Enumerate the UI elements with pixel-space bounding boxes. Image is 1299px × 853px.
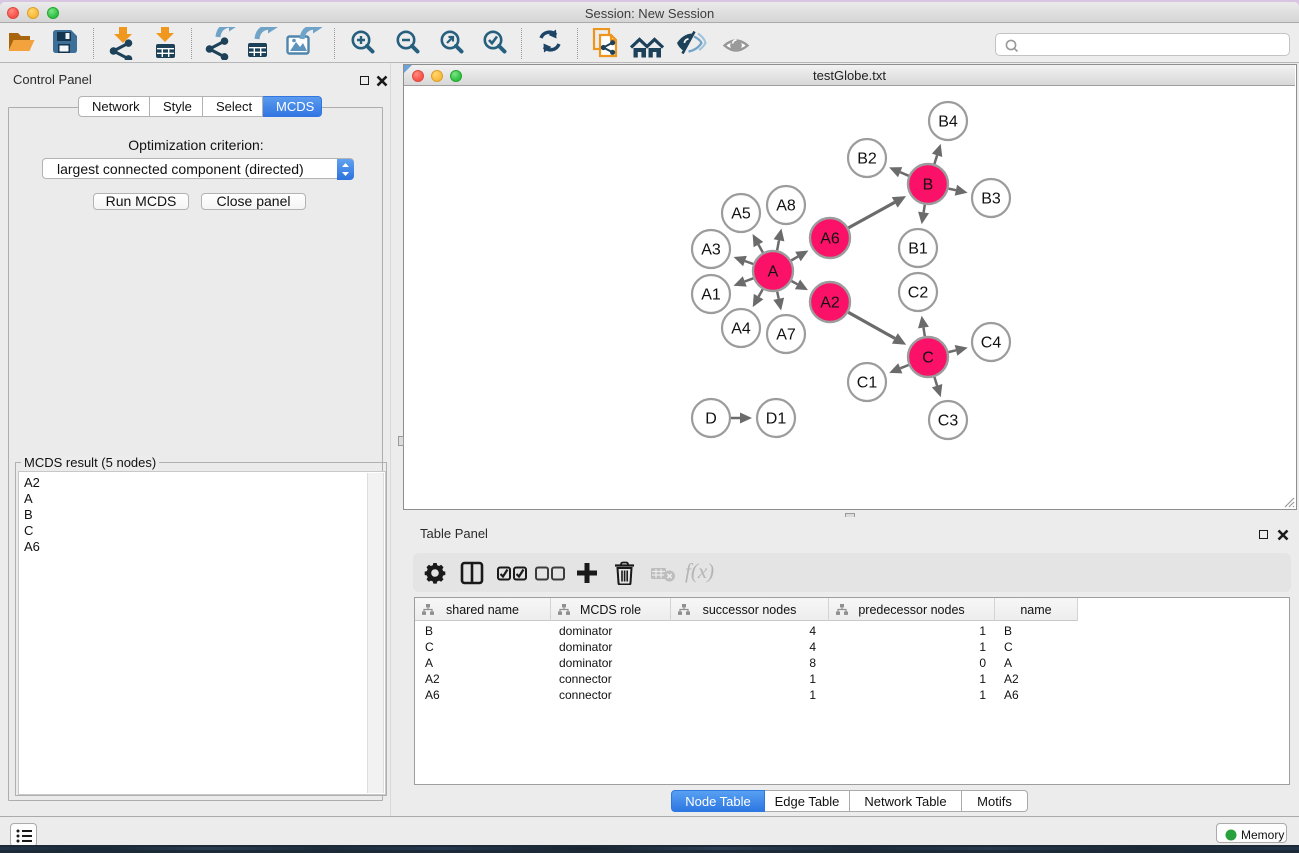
svg-text:A2: A2 — [820, 295, 840, 312]
svg-text:D1: D1 — [766, 411, 787, 428]
svg-text:A4: A4 — [731, 321, 751, 338]
svg-text:C: C — [922, 350, 934, 367]
svg-text:B2: B2 — [857, 151, 877, 168]
svg-text:C3: C3 — [938, 413, 959, 430]
svg-text:A3: A3 — [701, 242, 721, 259]
svg-text:A5: A5 — [731, 206, 751, 223]
svg-text:B4: B4 — [938, 114, 958, 131]
svg-text:D: D — [705, 411, 717, 428]
svg-text:C1: C1 — [857, 375, 878, 392]
svg-text:B: B — [923, 177, 934, 194]
svg-text:A6: A6 — [820, 231, 840, 248]
svg-text:A8: A8 — [776, 198, 796, 215]
svg-text:A: A — [768, 264, 779, 281]
svg-text:A7: A7 — [776, 327, 796, 344]
svg-text:A1: A1 — [701, 287, 721, 304]
svg-text:B1: B1 — [908, 241, 928, 258]
svg-text:B3: B3 — [981, 191, 1001, 208]
svg-text:C2: C2 — [908, 285, 929, 302]
svg-text:C4: C4 — [981, 335, 1002, 352]
